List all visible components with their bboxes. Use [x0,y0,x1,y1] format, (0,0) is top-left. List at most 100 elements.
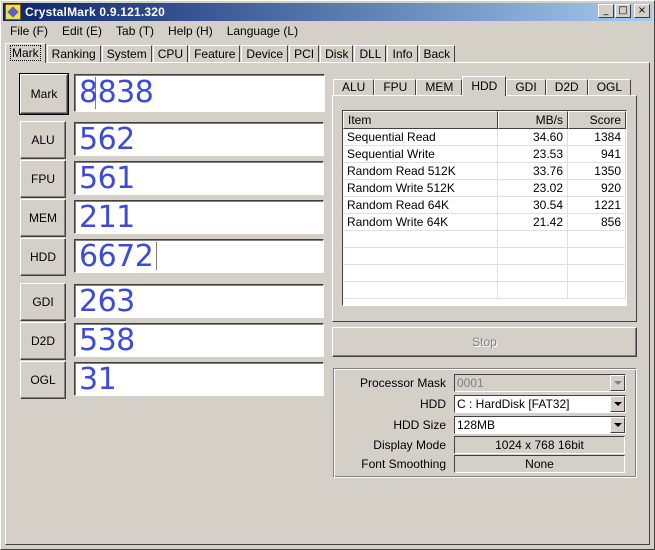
tab-feature[interactable]: Feature [189,45,241,63]
fpu-score-box: 561 [74,161,324,195]
table-row[interactable]: Random Write 64K 21.42 856 [343,214,626,231]
row-item: Random Read 512K [343,163,498,179]
mem-score-box: 211 [74,200,324,234]
d2d-score-value: 538 [79,323,135,357]
hdd-size-label: HDD Size [393,418,446,432]
subtab-mem[interactable]: MEM [416,79,463,96]
row-score: 1350 [568,163,626,179]
alu-score-box: 562 [74,122,324,156]
fpu-button[interactable]: FPU [20,160,66,198]
subtab-hdd[interactable]: HDD [462,76,507,96]
row-score: 856 [568,214,626,230]
tab-mark[interactable]: Mark [5,43,46,63]
display-mode-label: Display Mode [373,438,446,452]
ogl-button[interactable]: OGL [20,361,66,399]
tab-ranking[interactable]: Ranking [46,45,101,63]
title-bar[interactable]: CrystalMark 0.9.121.320 _ □ × [3,3,652,21]
tab-label: Mark [10,45,41,61]
minimize-button[interactable]: _ [598,4,614,18]
menu-bar: File (F) Edit (E) Tab (T) Help (H) Langu… [3,22,305,40]
menu-language[interactable]: Language (L) [220,24,305,38]
subtab-d2d[interactable]: D2D [545,79,588,96]
row-mbps: 23.53 [498,146,568,162]
row-mbps: 21.42 [498,214,568,230]
tab-disk[interactable]: Disk [320,45,354,63]
stop-button[interactable]: Stop [332,327,637,357]
header-item[interactable]: Item [343,111,498,129]
d2d-button[interactable]: D2D [20,322,66,360]
alu-score-value: 562 [79,122,135,156]
row-mbps: 34.60 [498,129,568,145]
row-item: Sequential Read [343,129,498,145]
row-score: 941 [568,146,626,162]
alu-button[interactable]: ALU [20,121,66,159]
subtab-ogl[interactable]: OGL [587,79,632,96]
close-button[interactable]: × [634,4,650,18]
row-item: Random Write 64K [343,214,498,230]
header-mbps[interactable]: MB/s [498,111,568,129]
chevron-down-icon [610,375,625,391]
processor-mask-value: 0001 [457,376,484,390]
table-row[interactable]: Random Read 512K 33.76 1350 [343,163,626,180]
mem-score-value: 211 [79,200,135,234]
table-row[interactable]: Random Write 512K 23.02 920 [343,180,626,197]
subtab-fpu[interactable]: FPU [374,79,417,96]
gdi-score-box: 263 [74,284,324,318]
row-item: Sequential Write [343,146,498,162]
chevron-down-icon[interactable] [610,417,625,433]
table-row[interactable]: Sequential Read 34.60 1384 [343,129,626,146]
font-smoothing-field: None [454,455,625,473]
maximize-button[interactable]: □ [615,4,631,18]
hdd-button[interactable]: HDD [20,238,66,276]
crystalmark-app-icon[interactable] [5,4,21,20]
tab-pci[interactable]: PCI [289,45,320,63]
empty-row [343,248,626,265]
processor-mask-select: 0001 [454,374,626,392]
hdd-score-value: 6672 [79,239,154,273]
gdi-button[interactable]: GDI [20,283,66,321]
table-row[interactable]: Sequential Write 23.53 941 [343,146,626,163]
mark-score-box: 8838 [74,74,325,112]
menu-file[interactable]: File (F) [3,24,55,38]
row-score: 1221 [568,197,626,213]
mark-score-value: 8838 [79,75,154,110]
main-tab-strip: Mark Ranking System CPU Feature Device P… [5,43,456,63]
table-row[interactable]: Random Read 64K 30.54 1221 [343,197,626,214]
menu-edit[interactable]: Edit (E) [55,24,109,38]
tab-system[interactable]: System [101,45,152,63]
tab-cpu[interactable]: CPU [152,45,189,63]
row-score: 920 [568,180,626,196]
tab-info[interactable]: Info [387,45,418,63]
menu-tab[interactable]: Tab (T) [109,24,161,38]
subtab-gdi[interactable]: GDI [506,79,546,96]
hdd-size-select[interactable]: 128MB [454,416,626,434]
empty-row [343,231,626,248]
row-score: 1384 [568,129,626,145]
hdd-select[interactable]: C : HardDisk [FAT32] [454,395,626,413]
mark-button[interactable]: Mark [19,73,69,115]
crystalmark-window: CrystalMark 0.9.121.320 _ □ × File (F) E… [0,0,655,550]
row-mbps: 30.54 [498,197,568,213]
gdi-score-value: 263 [79,284,135,318]
tab-back[interactable]: Back [418,45,456,63]
window-title: CrystalMark 0.9.121.320 [25,5,166,19]
font-smoothing-label: Font Smoothing [361,457,446,471]
tab-device[interactable]: Device [241,45,289,63]
ogl-score-value: 31 [79,362,117,396]
hdd-results-table[interactable]: Item MB/s Score Sequential Read 34.60 13… [342,110,627,306]
mem-button[interactable]: MEM [20,199,66,237]
row-item: Random Write 512K [343,180,498,196]
row-item: Random Read 64K [343,197,498,213]
d2d-score-box: 538 [74,323,324,357]
processor-mask-label: Processor Mask [359,376,446,390]
subtab-alu[interactable]: ALU [333,79,375,96]
menu-help[interactable]: Help (H) [161,24,220,38]
sub-tab-strip: ALU FPU MEM HDD GDI D2D OGL [333,76,632,96]
ogl-score-box: 31 [74,362,324,396]
hdd-select-value: C : HardDisk [FAT32] [457,397,570,411]
empty-row [343,282,626,299]
header-score[interactable]: Score [568,111,626,129]
hdd-score-box: 6672 [74,239,324,273]
tab-dll[interactable]: DLL [354,45,387,63]
chevron-down-icon[interactable] [610,396,625,412]
